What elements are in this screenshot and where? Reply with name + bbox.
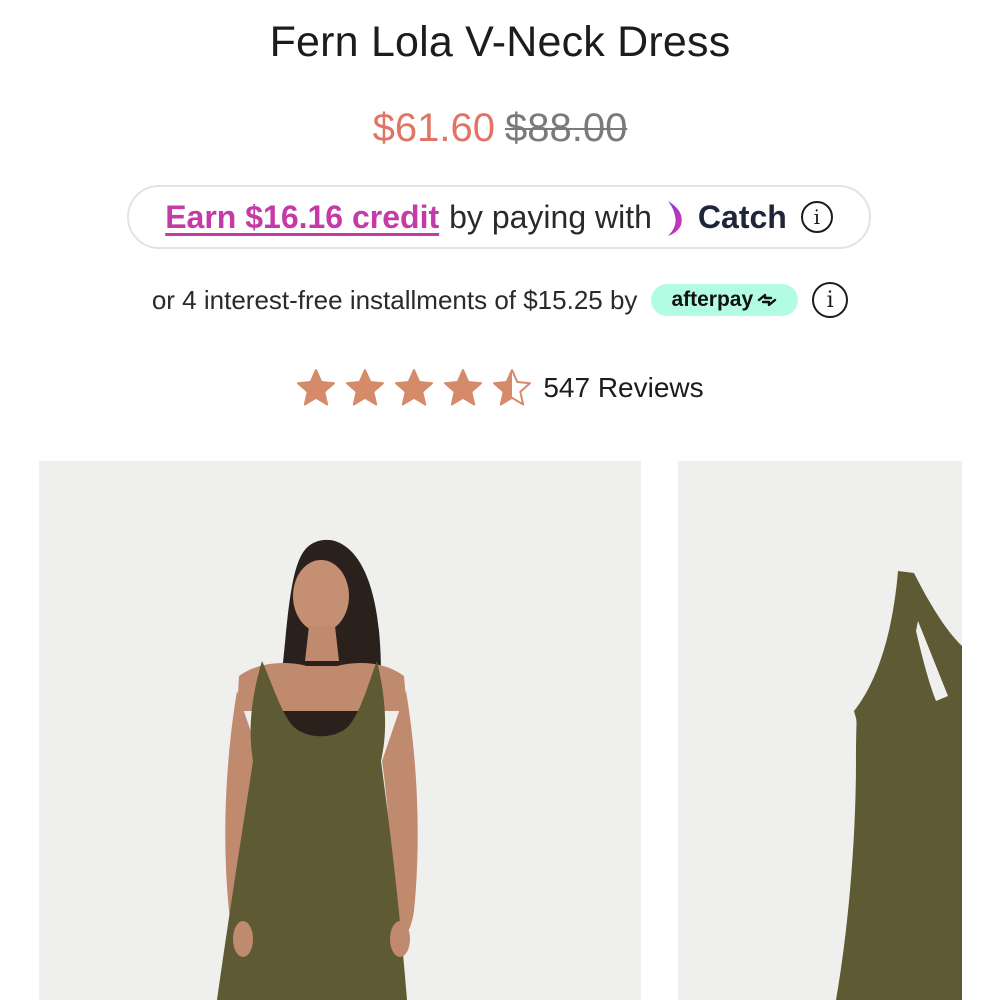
afterpay-row: or 4 interest-free installments of $15.2… bbox=[0, 282, 1000, 318]
dress-flat-figure bbox=[678, 461, 962, 1000]
star-full-icon bbox=[297, 369, 336, 406]
catch-logo: Catch bbox=[664, 197, 787, 237]
afterpay-badge[interactable]: afterpay bbox=[651, 284, 799, 316]
catch-pay-text: by paying with bbox=[449, 198, 652, 235]
afterpay-installments-text: or 4 interest-free installments of $15.2… bbox=[151, 284, 638, 315]
product-title: Fern Lola V-Neck Dress bbox=[269, 18, 731, 66]
original-price: $88.00 bbox=[505, 106, 628, 150]
catch-earn-link[interactable]: Earn $16.16 credit bbox=[165, 199, 439, 236]
afterpay-info-icon[interactable]: i bbox=[812, 282, 849, 318]
star-full-icon bbox=[346, 369, 385, 406]
afterpay-brand: afterpay bbox=[671, 288, 754, 311]
sale-price: $61.60 bbox=[372, 106, 495, 150]
catch-brand: Catch bbox=[697, 198, 787, 235]
star-half-icon bbox=[493, 369, 532, 406]
reviews-count[interactable]: 547 Reviews bbox=[543, 372, 703, 404]
reviews-row[interactable]: 547 Reviews bbox=[0, 368, 1000, 408]
model-front-photo[interactable] bbox=[39, 461, 641, 1000]
star-full-icon bbox=[395, 369, 434, 406]
dress-flat-photo[interactable] bbox=[678, 461, 962, 1000]
catch-logo-icon bbox=[667, 201, 682, 236]
star-rating bbox=[296, 368, 541, 408]
catch-credit-banner[interactable]: Earn $16.16 credit by paying with Catch … bbox=[127, 185, 871, 249]
afterpay-arrows-icon bbox=[757, 293, 777, 307]
price-row: $61.60 $88.00 bbox=[0, 106, 1000, 151]
star-full-icon bbox=[444, 369, 483, 406]
catch-info-icon[interactable]: i bbox=[800, 201, 833, 233]
model-figure bbox=[39, 461, 641, 1000]
